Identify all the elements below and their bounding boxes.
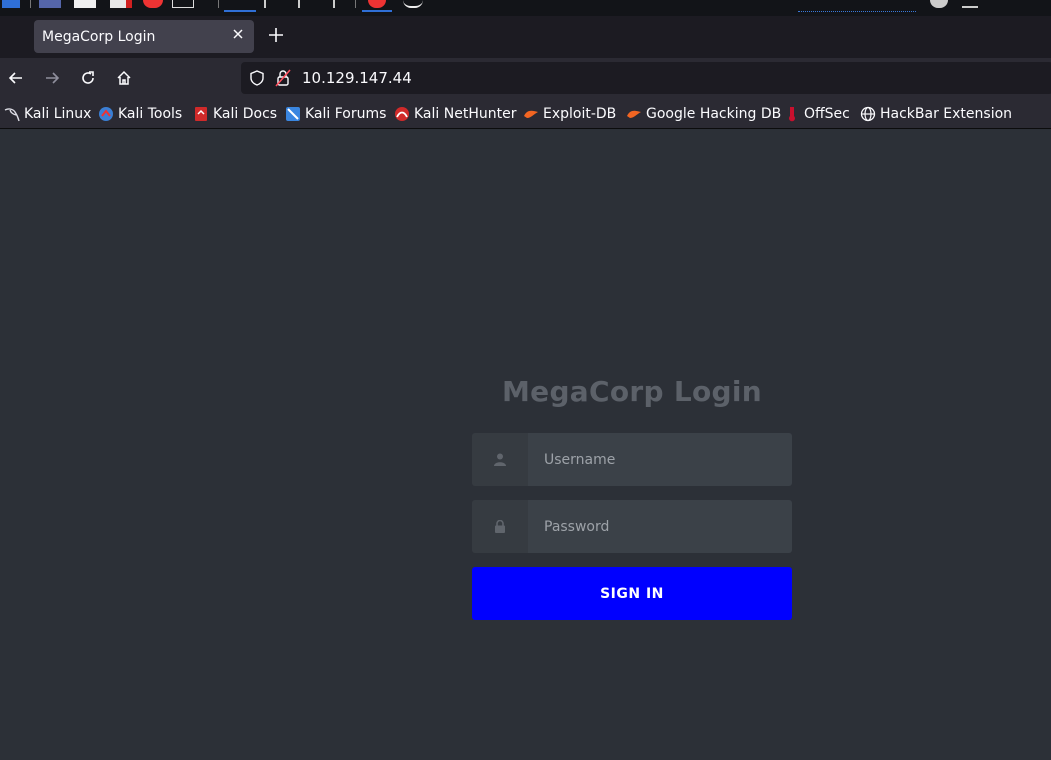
notification-icon[interactable] <box>403 0 423 8</box>
bookmark-exploit-db[interactable]: Exploit-DB <box>523 104 616 124</box>
bookmark-kali-tools[interactable]: Kali Tools <box>98 104 182 124</box>
nethunter-icon <box>394 106 410 122</box>
reload-icon[interactable] <box>76 66 100 90</box>
bookmark-label: Kali Forums <box>305 106 387 122</box>
kali-dragon-icon <box>4 106 20 122</box>
shield-icon[interactable] <box>249 70 265 90</box>
bookmark-label: Google Hacking DB <box>646 106 782 122</box>
home-icon[interactable] <box>112 66 136 90</box>
login-title: MegaCorp Login <box>501 375 763 408</box>
taskbar-separator <box>30 0 31 8</box>
globe-icon <box>860 106 876 122</box>
tab-title: MegaCorp Login <box>42 29 156 45</box>
network-graph-icon <box>798 9 916 12</box>
bookmark-kali-docs[interactable]: Kali Docs <box>193 104 277 124</box>
bookmark-label: Kali Docs <box>213 106 278 122</box>
offsec-icon <box>784 106 800 122</box>
page-content: MegaCorp Login SIGN IN <box>0 130 1051 760</box>
kali-forums-icon <box>285 106 301 122</box>
username-field <box>472 433 792 486</box>
address-bar[interactable]: 10.129.147.44 <box>241 62 1051 94</box>
taskbar-separator <box>355 0 356 8</box>
password-field <box>472 500 792 553</box>
taskbar-separator <box>218 0 219 8</box>
bookmark-google-hacking-db[interactable]: Google Hacking DB <box>626 104 781 124</box>
bookmark-label: OffSec <box>804 106 850 122</box>
close-icon[interactable] <box>231 26 245 44</box>
insecure-lock-icon[interactable] <box>275 69 291 91</box>
workspace-1-icon[interactable] <box>226 0 254 8</box>
password-input[interactable] <box>528 500 792 553</box>
kali-docs-icon <box>193 106 209 122</box>
tray-network-icon[interactable] <box>962 0 978 8</box>
url-text: 10.129.147.44 <box>302 69 412 87</box>
navigation-bar: 10.129.147.44 <box>0 58 1051 99</box>
terminal-icon[interactable] <box>172 0 194 8</box>
workspace-2-icon[interactable] <box>264 0 274 8</box>
bookmark-kali-forums[interactable]: Kali Forums <box>285 104 386 124</box>
system-taskbar <box>0 0 1051 16</box>
tab-strip: MegaCorp Login <box>0 16 1051 58</box>
desktop-icon[interactable] <box>39 0 61 8</box>
workspace-3-icon[interactable] <box>298 0 308 8</box>
bookmark-kali-linux[interactable]: Kali Linux <box>4 104 91 124</box>
bookmarks-toolbar: Kali Linux Kali Tools Kali Docs Kali For… <box>0 99 1051 129</box>
app-launcher-icon[interactable] <box>2 0 20 8</box>
tab-megacorp-login[interactable]: MegaCorp Login <box>34 20 254 53</box>
files-icon[interactable] <box>110 0 132 8</box>
bookmark-kali-nethunter[interactable]: Kali NetHunter <box>394 104 516 124</box>
bookmark-hackbar-extension[interactable]: HackBar Extension <box>860 104 1012 124</box>
workspace-4-icon[interactable] <box>333 0 341 8</box>
bookmark-label: HackBar Extension <box>880 106 1013 122</box>
firefox-task-icon[interactable] <box>368 0 386 8</box>
bookmark-label: Kali Linux <box>24 106 92 122</box>
plus-icon[interactable] <box>265 26 287 48</box>
bookmark-label: Kali NetHunter <box>414 106 517 122</box>
status-icon[interactable] <box>930 0 948 8</box>
active-task-indicator <box>362 10 392 12</box>
arrow-right-icon[interactable] <box>40 66 64 90</box>
arrow-left-icon[interactable] <box>4 66 28 90</box>
bookmark-offsec[interactable]: OffSec <box>784 104 850 124</box>
user-icon <box>472 433 528 486</box>
window-icon[interactable] <box>74 0 96 8</box>
exploit-db-icon <box>523 106 539 122</box>
ghdb-icon <box>626 106 642 122</box>
username-input[interactable] <box>528 433 792 486</box>
bookmark-label: Kali Tools <box>118 106 183 122</box>
bookmark-label: Exploit-DB <box>543 106 617 122</box>
active-workspace-indicator <box>224 10 256 12</box>
record-icon[interactable] <box>143 0 163 8</box>
sign-in-button[interactable]: SIGN IN <box>472 567 792 620</box>
kali-tools-icon <box>98 106 114 122</box>
lock-icon <box>472 500 528 553</box>
